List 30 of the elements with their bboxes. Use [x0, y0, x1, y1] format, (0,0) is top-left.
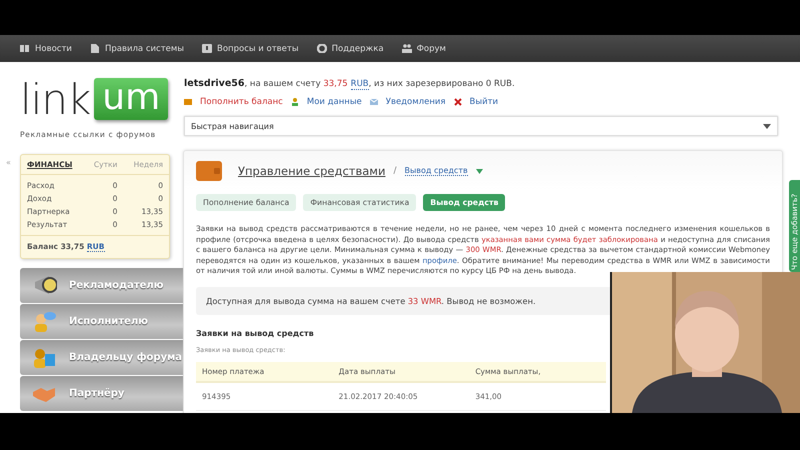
wallet-icon	[184, 98, 192, 106]
account-link[interactable]: Мои данные	[306, 97, 362, 107]
breadcrumb-separator: /	[393, 166, 396, 176]
caret-icon	[763, 124, 771, 128]
account-link[interactable]: Пополнить баланс	[200, 97, 283, 107]
account-link[interactable]: Уведомления	[386, 97, 446, 107]
envelope-icon	[370, 98, 378, 106]
people-icon	[402, 44, 412, 53]
caret-icon	[476, 168, 483, 174]
quick-nav-dropdown[interactable]: Быстрая навигация	[184, 116, 778, 136]
nav-link[interactable]: Форум	[402, 44, 446, 54]
nav-link[interactable]: Новости	[20, 44, 72, 54]
person-chat-icon	[32, 310, 57, 334]
currency-link[interactable]: RUB	[350, 79, 369, 90]
breadcrumb-link[interactable]: Вывод средств	[404, 166, 468, 176]
nav-link[interactable]: Правила системы	[90, 44, 184, 54]
nav-link[interactable]: Поддержка	[316, 44, 384, 54]
close-icon	[454, 98, 462, 106]
page-title[interactable]: Управление средствами	[238, 164, 386, 178]
lifebuoy-icon	[316, 44, 327, 53]
book-icon	[20, 44, 30, 53]
account-link[interactable]: Выйти	[470, 97, 498, 107]
nav-link[interactable]: Вопросы и ответы	[202, 44, 299, 54]
wallet-icon	[196, 160, 222, 182]
account-summary: letsdrive56, на вашем счету 33,75 RUB, из них зарезервировано 0 RUB.	[184, 78, 516, 92]
person-icon	[290, 98, 299, 106]
logo-text: link	[20, 80, 90, 120]
section-title: Заявки на вывод средств	[196, 328, 315, 338]
logo-badge: um	[94, 78, 168, 120]
document-icon	[90, 44, 100, 53]
